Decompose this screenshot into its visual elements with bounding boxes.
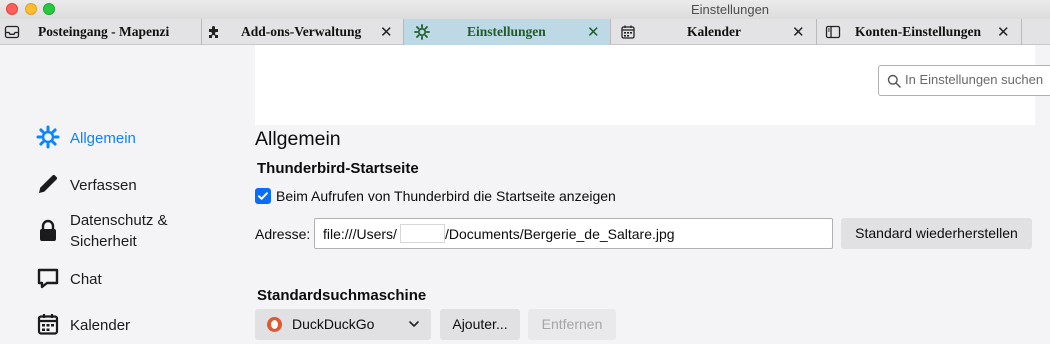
- gear-icon: [414, 24, 430, 40]
- address-suffix: /Documents/Bergerie_de_Saltare.jpg: [445, 226, 675, 242]
- gear-icon: [36, 125, 60, 149]
- search-engine-dropdown[interactable]: DuckDuckGo: [255, 309, 431, 340]
- tab-label: Konten-Einstellungen: [855, 24, 982, 39]
- sidebar-item-label: Verfassen: [70, 177, 137, 194]
- title-bar: Einstellungen: [0, 0, 1050, 19]
- search-engine-selected: DuckDuckGo: [292, 316, 375, 332]
- startpage-heading: Thunderbird-Startseite: [257, 160, 419, 177]
- restore-default-button[interactable]: Standard wiederherstellen: [841, 218, 1032, 249]
- startpage-checkbox[interactable]: [255, 188, 271, 204]
- sidebar-item-label: Chat: [70, 271, 102, 288]
- page-title: Allgemein: [255, 128, 341, 150]
- inbox-icon: [4, 25, 20, 39]
- tab-label: Posteingang - Mapenzi: [38, 24, 170, 39]
- search-engine-heading: Standardsuchmaschine: [257, 287, 427, 304]
- sidebar-item-label: Kalender: [70, 317, 131, 334]
- address-prefix: file:///Users/: [323, 226, 397, 242]
- remove-search-engine-button[interactable]: Entfernen: [528, 309, 616, 340]
- add-search-engine-button[interactable]: Ajouter...: [440, 309, 520, 340]
- calendar-icon: [621, 25, 635, 39]
- settings-header: [255, 45, 1050, 125]
- chevron-down-icon: [409, 321, 419, 327]
- window-title: Einstellungen: [690, 2, 770, 17]
- tab-close-icon[interactable]: ✕: [587, 23, 600, 41]
- settings-search-field[interactable]: [878, 65, 1050, 96]
- pencil-icon: [39, 174, 58, 193]
- tab-close-icon[interactable]: ✕: [380, 23, 393, 41]
- address-input[interactable]: file:///Users/ /Documents/Bergerie_de_Sa…: [314, 218, 833, 249]
- address-label: Adresse:: [255, 226, 311, 242]
- calendar-icon: [37, 314, 59, 335]
- checkmark-icon: [258, 192, 268, 200]
- chat-icon: [37, 268, 59, 289]
- tab-close-icon[interactable]: ✕: [997, 23, 1010, 41]
- tab-label: Add-ons-Verwaltung: [241, 24, 362, 39]
- duckduckgo-icon: [267, 317, 282, 332]
- search-input[interactable]: [905, 72, 1050, 87]
- account-settings-icon: [825, 25, 841, 39]
- sidebar-item-label: Allgemein: [70, 130, 136, 147]
- tab-bar: Posteingang - Mapenzi Add-ons-Verwaltung…: [0, 19, 1050, 45]
- puzzle-icon: [209, 26, 218, 38]
- sidebar-item-label: Datenschutz &: [70, 212, 168, 229]
- sidebar-item-label-line2: Sicherheit: [70, 233, 137, 250]
- tab-addons[interactable]: Add-ons-Verwaltung ✕: [202, 19, 404, 45]
- tab-label: Kalender: [687, 24, 741, 39]
- settings-sidebar: Allgemein Verfassen Datenschutz & Sicher…: [0, 45, 228, 344]
- search-icon: [887, 74, 901, 88]
- tab-label: Einstellungen: [467, 24, 546, 39]
- tab-close-icon[interactable]: ✕: [792, 23, 805, 41]
- tab-inbox[interactable]: Posteingang - Mapenzi: [0, 19, 202, 45]
- tab-settings[interactable]: Einstellungen ✕: [404, 19, 611, 45]
- settings-content: Allgemein Thunderbird-Startseite Beim Au…: [228, 45, 1050, 344]
- redacted-username: [400, 224, 445, 243]
- tab-calendar[interactable]: Kalender ✕: [611, 19, 817, 45]
- tab-account-settings[interactable]: Konten-Einstellungen ✕: [817, 19, 1022, 45]
- startpage-checkbox-label: Beim Aufrufen von Thunderbird die Starts…: [276, 188, 616, 204]
- lock-icon: [40, 219, 56, 241]
